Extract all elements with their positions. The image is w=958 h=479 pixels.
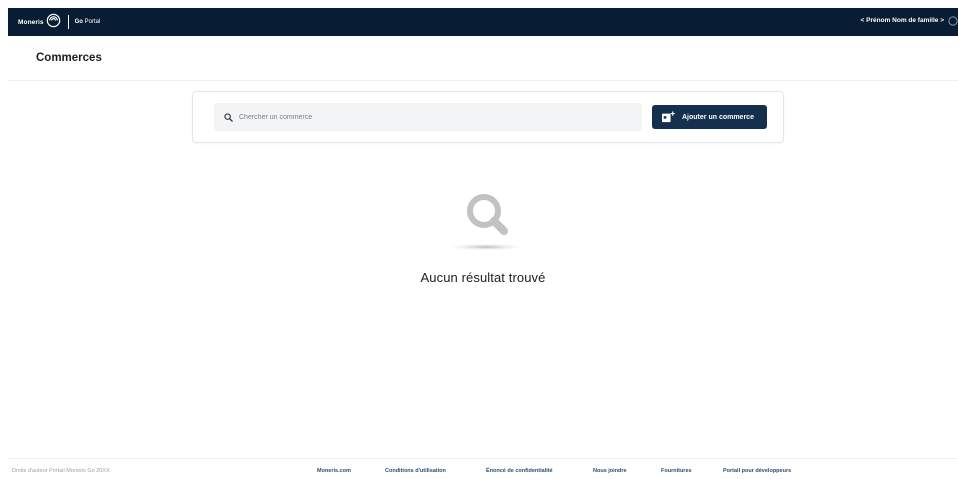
brand-divider (67, 15, 69, 29)
footer-link-moneris[interactable]: Moneris.com (317, 468, 351, 474)
top-navigation-bar: Moneris Go Portal < Prénom Nom de famill… (8, 8, 958, 36)
moneris-logo-icon (46, 13, 60, 28)
footer-link-developers[interactable]: Portail pour développeurs (723, 468, 791, 474)
footer-link-contact[interactable]: Nous joindre (593, 468, 627, 474)
brand[interactable]: Moneris Go Portal (18, 13, 100, 31)
app-window: Moneris Go Portal < Prénom Nom de famill… (8, 8, 958, 479)
footer-link-privacy[interactable]: Énoncé de confidentialité (486, 468, 553, 474)
brand-name: Moneris (18, 18, 44, 26)
search-input[interactable] (239, 107, 629, 127)
product-suffix: Portal (84, 19, 101, 25)
search-icon (224, 112, 233, 122)
page-header: Commerces (8, 36, 958, 81)
magnifier-icon (450, 194, 522, 251)
search-box[interactable] (214, 103, 642, 131)
user-circle-icon[interactable] (948, 16, 958, 26)
add-store-icon (662, 111, 675, 123)
no-results-message: Aucun résultat trouvé (420, 270, 546, 285)
product-prefix: Go (74, 19, 83, 25)
product-name: Go Portal (75, 19, 101, 25)
empty-state: Aucun résultat trouvé (8, 188, 958, 298)
search-card: Ajouter un commerce (192, 91, 784, 143)
copyright: Droits d'auteur Portail Moneris Go 20XX (12, 468, 110, 474)
footer-link-terms[interactable]: Conditions d'utilisation (385, 468, 446, 474)
user-menu[interactable]: < Prénom Nom de famille > (861, 17, 944, 24)
add-merchant-button[interactable]: Ajouter un commerce (652, 105, 767, 129)
footer-link-supplies[interactable]: Fournitures (661, 468, 692, 474)
page-title: Commerces (36, 52, 102, 64)
footer: Droits d'auteur Portail Moneris Go 20XX … (8, 458, 958, 479)
add-merchant-label: Ajouter un commerce (682, 113, 754, 121)
